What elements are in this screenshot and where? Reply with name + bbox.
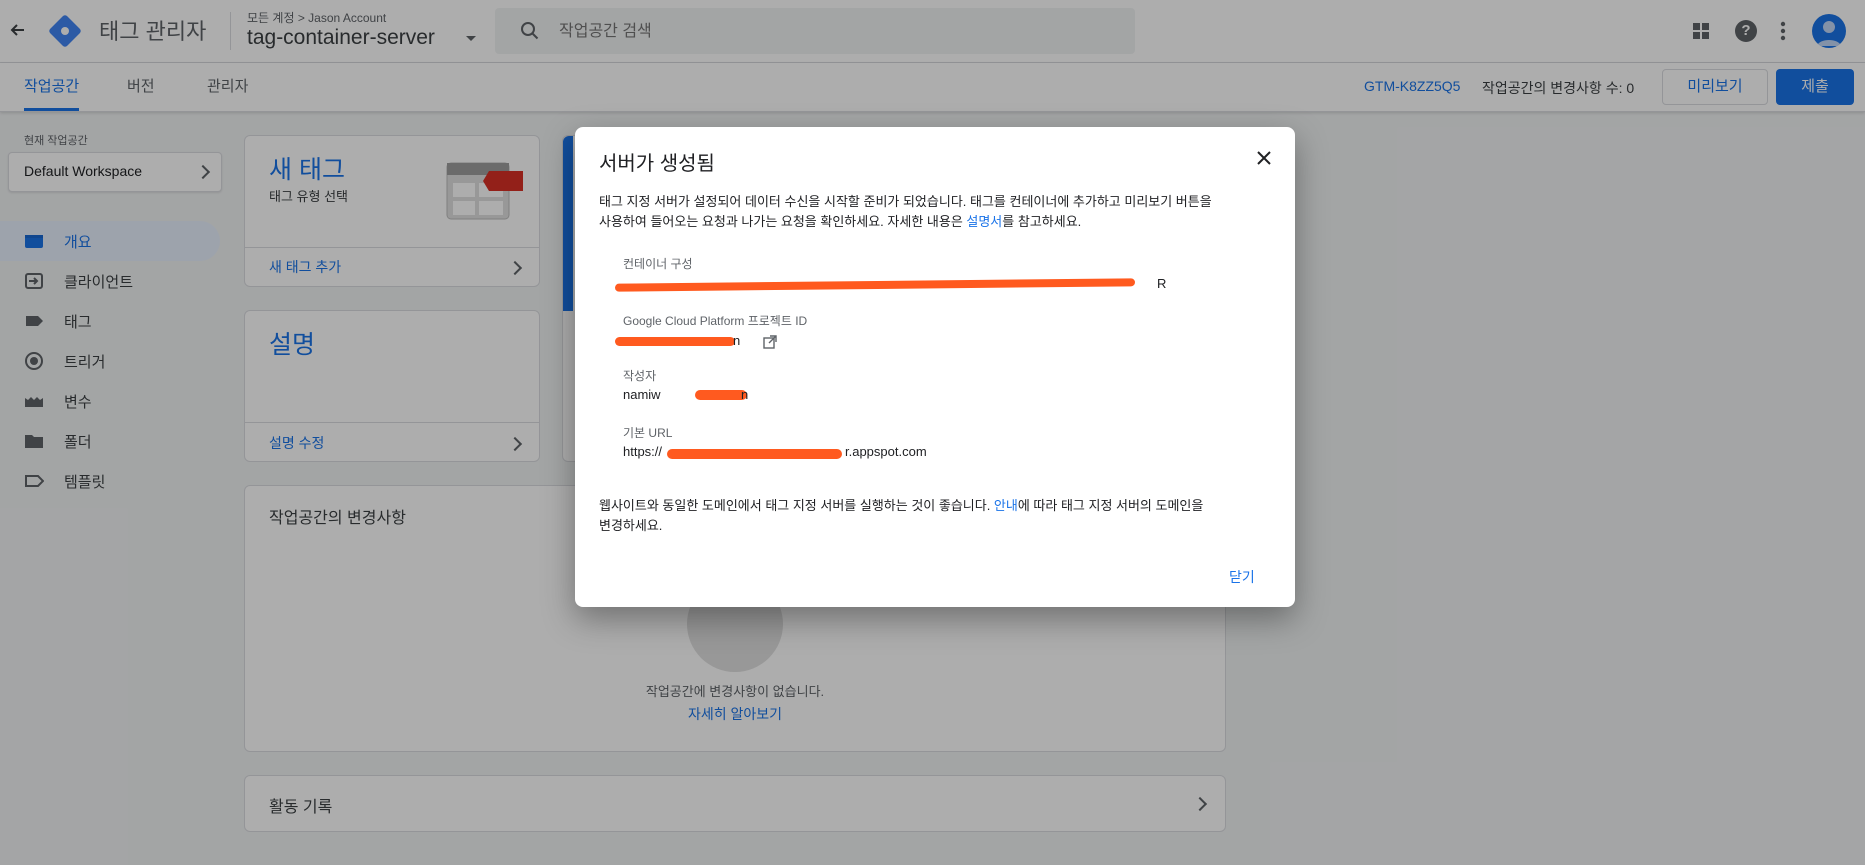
redaction-mark [695, 390, 747, 400]
gcp-project-value: n [615, 332, 783, 350]
server-created-dialog: 서버가 생성됨 태그 지정 서버가 설정되어 데이터 수신을 시작할 준비가 되… [575, 127, 1295, 607]
close-button[interactable]: 닫기 [1229, 567, 1255, 587]
base-url-label: 기본 URL [623, 426, 673, 440]
dialog-intro-suffix: 를 참고하세요. [1002, 214, 1082, 229]
container-config-tail: R [1157, 276, 1167, 291]
author-label: 작성자 [623, 369, 657, 383]
dialog-outro-suffix: 에 따라 태그 지정 서버의 도메인을 [1017, 498, 1204, 513]
redaction-mark [615, 337, 735, 346]
dialog-outro: 웹사이트와 동일한 도메인에서 태그 지정 서버를 실행하는 것이 좋습니다. … [599, 496, 1279, 536]
base-url-value: https:// r.appspot.com [623, 444, 927, 462]
gcp-project-tail: n [733, 333, 741, 348]
redaction-mark [667, 449, 842, 459]
open-in-new-icon[interactable] [763, 335, 777, 349]
base-url-prefix: https:// [623, 444, 663, 459]
dialog-outro-line-2: 변경하세요. [599, 518, 663, 533]
dialog-intro-line-2: 사용하여 들어오는 요청과 나가는 요청을 확인하세요. 자세한 내용은 설명서… [599, 212, 1279, 232]
redaction-mark [614, 278, 1136, 292]
guide-link[interactable]: 안내 [994, 498, 1018, 513]
dialog-outro-line-1: 웹사이트와 동일한 도메인에서 태그 지정 서버를 실행하는 것이 좋습니다. … [599, 496, 1279, 516]
dialog-outro-text: 웹사이트와 동일한 도메인에서 태그 지정 서버를 실행하는 것이 좋습니다. [599, 498, 994, 513]
close-icon[interactable] [1255, 149, 1273, 167]
container-config-label: 컨테이너 구성 [623, 257, 693, 271]
base-url-tail: r.appspot.com [845, 444, 927, 459]
gcp-project-label: Google Cloud Platform 프로젝트 ID [623, 314, 808, 328]
dialog-intro-text: 사용하여 들어오는 요청과 나가는 요청을 확인하세요. 자세한 내용은 [599, 214, 967, 229]
dialog-title: 서버가 생성됨 [599, 153, 715, 175]
author-value: namiw n [623, 387, 783, 405]
documentation-link[interactable]: 설명서 [966, 214, 1002, 229]
author-prefix: namiw [623, 387, 661, 402]
container-config-value: R [614, 275, 1166, 293]
author-tail: n [741, 387, 749, 402]
dialog-intro: 태그 지정 서버가 설정되어 데이터 수신을 시작할 준비가 되었습니다. 태그… [599, 192, 1279, 232]
dialog-intro-line-1: 태그 지정 서버가 설정되어 데이터 수신을 시작할 준비가 되었습니다. 태그… [599, 194, 1212, 209]
